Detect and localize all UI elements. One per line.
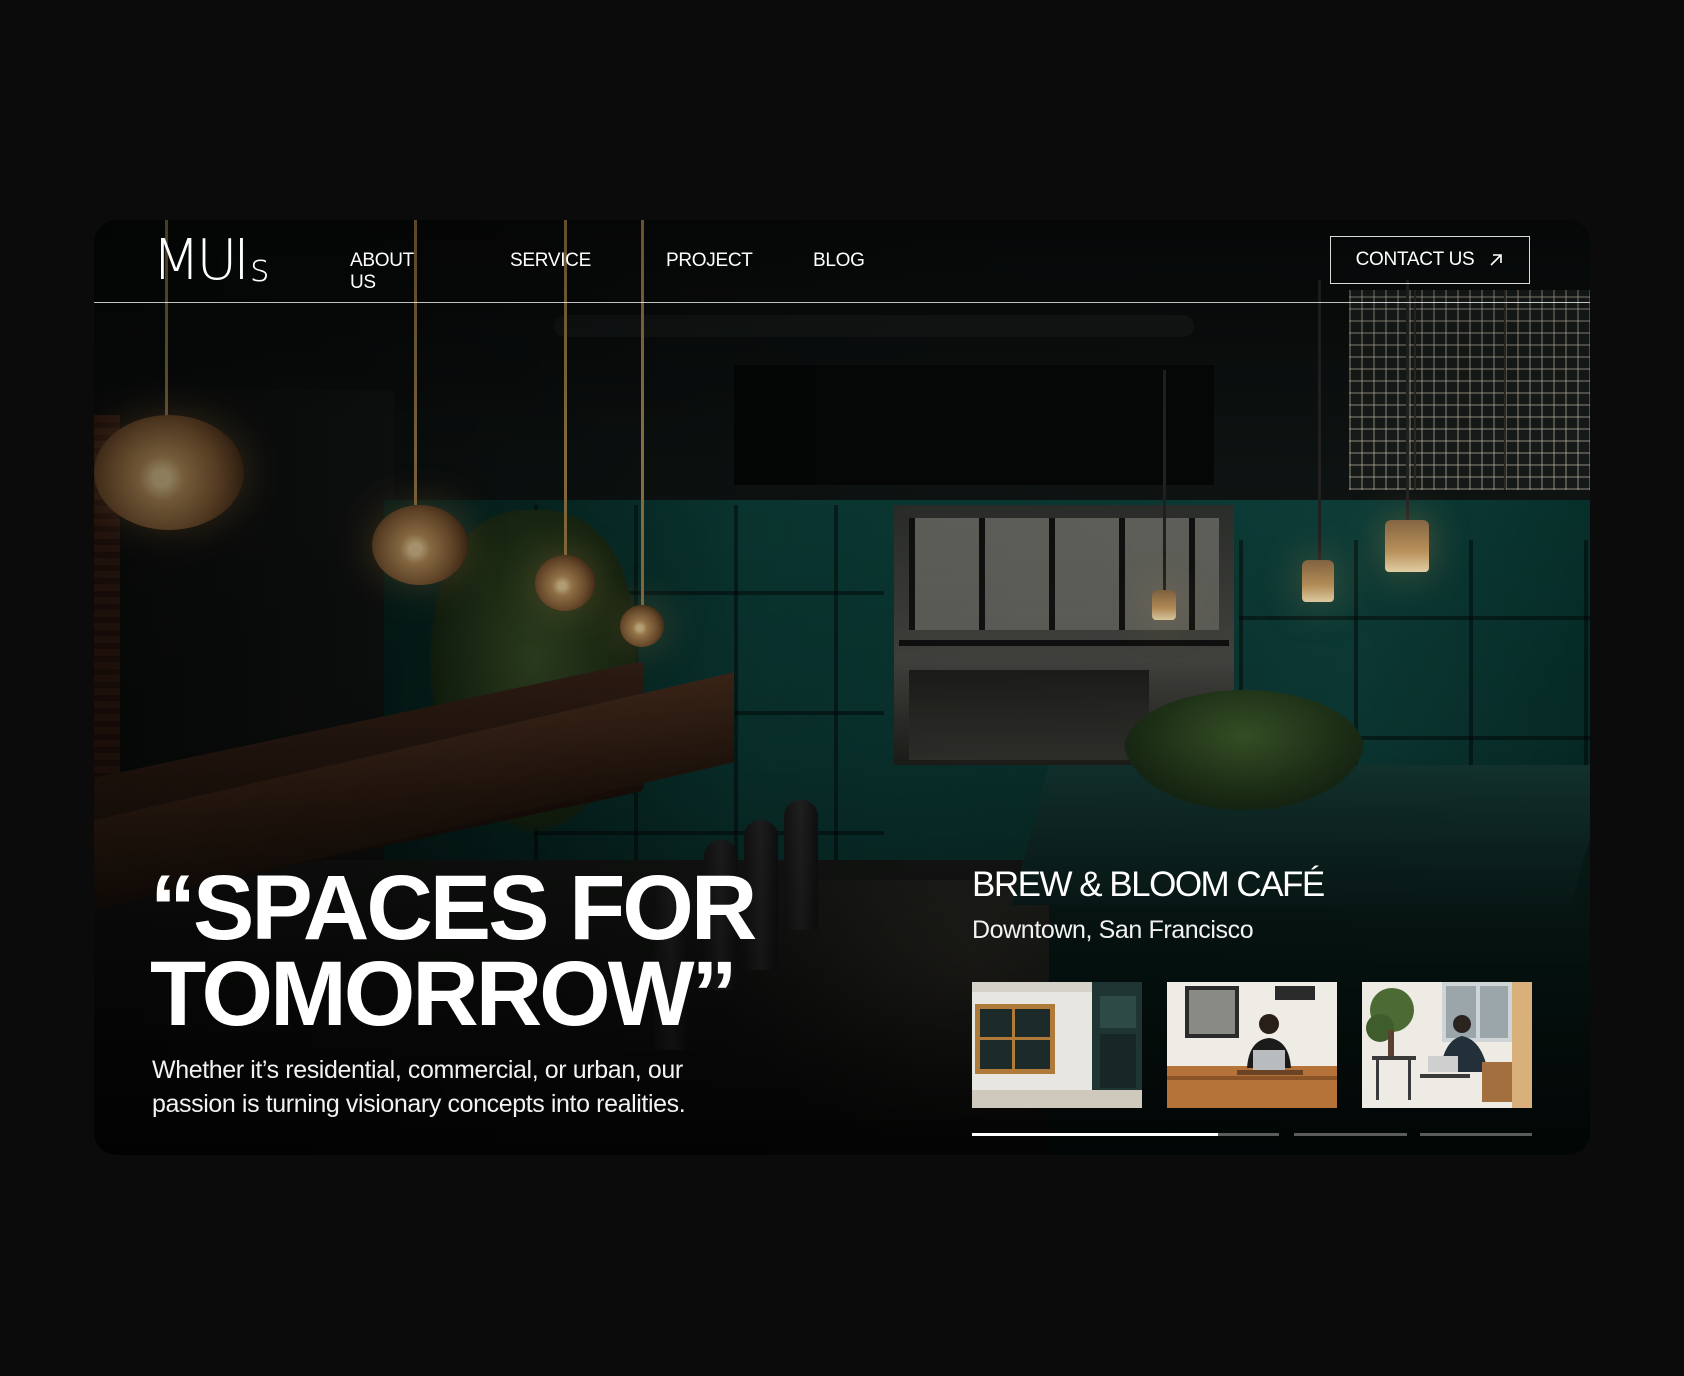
woman-laptop-thumb[interactable]	[1167, 982, 1337, 1108]
progress-segment-3[interactable]	[1420, 1133, 1532, 1136]
nav-project[interactable]: PROJECT	[666, 250, 753, 272]
cafe-exterior-thumb[interactable]	[972, 982, 1142, 1108]
contact-us-label: CONTACT US	[1355, 249, 1475, 270]
brand-logo[interactable]: MUI s	[152, 228, 270, 293]
progress-fill-1	[972, 1133, 1218, 1136]
cafe-exterior-image	[972, 982, 1142, 1108]
nav-service[interactable]: SERVICE	[510, 250, 591, 272]
nav-blog[interactable]: BLOG	[813, 250, 865, 272]
woman-laptop-image	[1167, 982, 1337, 1108]
hero-subtext: Whether it’s residential, commercial, or…	[152, 1056, 686, 1118]
arrow-up-right-icon	[1490, 254, 1503, 266]
hero-frame: MUI s ABOUT US SERVICE PROJECT BLOG CONT…	[94, 220, 1590, 1155]
project-location: Downtown, San Francisco	[972, 916, 1254, 944]
man-laptop-image	[1362, 982, 1532, 1108]
slide-progress	[972, 1133, 1532, 1136]
hero-headline: “SPACES FOR TOMORROW”	[150, 862, 757, 1040]
logo-wordmark: MUI	[152, 228, 250, 293]
project-thumbnails	[972, 982, 1532, 1108]
hero-headline-line-2: TOMORROW”	[150, 943, 738, 1045]
contact-us-button[interactable]: CONTACT US	[1330, 236, 1530, 284]
logo-wordmark-suffix: s	[249, 246, 270, 290]
progress-segment-2[interactable]	[1294, 1133, 1407, 1136]
man-laptop-thumb[interactable]	[1362, 982, 1532, 1108]
nav-about-us[interactable]: ABOUT US	[350, 250, 414, 294]
progress-segment-1[interactable]	[972, 1133, 1279, 1136]
project-title: BREW & BLOOM CAFÉ	[972, 865, 1325, 904]
site-header: MUI s ABOUT US SERVICE PROJECT BLOG CONT…	[94, 220, 1590, 303]
featured-project: BREW & BLOOM CAFÉ Downtown, San Francisc…	[972, 865, 1532, 1136]
